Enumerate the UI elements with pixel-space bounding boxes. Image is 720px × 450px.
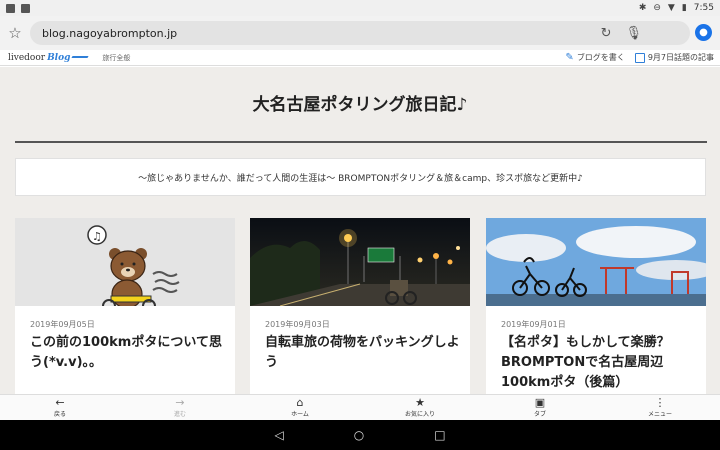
nav-menu[interactable]: ⋮ メニュー	[600, 395, 720, 420]
menu-icon: ⋮	[654, 396, 666, 409]
browser-toolbar: ☆ blog.nagoyabrompton.jp ↻ 🎙	[0, 16, 720, 50]
post-card[interactable]: 2019年09月03日 自転車旅の荷物をパッキングしよう	[250, 218, 470, 394]
forward-arrow-icon: →	[175, 396, 185, 409]
mute-icon: ⊖	[653, 3, 661, 13]
image-notification-icon	[21, 3, 30, 13]
status-time: 7:55	[693, 3, 714, 13]
system-back-icon[interactable]: ◁	[274, 428, 283, 442]
bluetooth-icon: ✱	[638, 3, 647, 13]
svg-text:♫: ♫	[92, 230, 102, 243]
home-icon: ⌂	[296, 396, 304, 409]
title-divider	[15, 141, 707, 143]
tabs-icon: ▣	[534, 396, 546, 409]
wifi-icon: ▼	[667, 3, 675, 13]
reload-icon[interactable]: ↻	[601, 26, 612, 41]
post-title[interactable]: 自転車旅の荷物をパッキングしよう	[265, 333, 465, 373]
nav-bookmarks[interactable]: ★ お気に入り	[360, 395, 480, 420]
post-date: 2019年09月03日	[265, 320, 330, 329]
screen: ✱ ⊖ ▼ ▮ 7:55 ☆ blog.nagoyabrompton.jp ↻ …	[0, 0, 720, 450]
post-thumbnail-night-road[interactable]	[250, 218, 470, 306]
account-icon[interactable]: ●	[695, 24, 712, 41]
system-recents-icon[interactable]: □	[434, 428, 445, 442]
post-date: 2019年09月01日	[501, 320, 566, 329]
post-title[interactable]: 【名ポタ】もしかして楽勝？BROMPTONで名古屋周辺100kmポタ（後篇）	[501, 333, 701, 393]
post-thumbnail-bear[interactable]: ♫	[15, 218, 235, 306]
post-date: 2019年09月05日	[30, 320, 95, 329]
pen-icon: ✎	[565, 52, 574, 63]
status-bar: ✱ ⊖ ▼ ▮ 7:55	[0, 0, 720, 16]
battery-icon: ▮	[681, 3, 687, 13]
write-blog-link[interactable]: ✎ ブログを書く	[565, 52, 624, 63]
post-title[interactable]: この前の100kmポタについて思う(*v.v)。。	[30, 333, 230, 373]
blog-service-header: livedoor Blog 旅行全般 ✎ ブログを書く 9月7日話題の記事	[0, 50, 720, 66]
browser-bottom-nav: ← 戻る → 進む ⌂ ホーム ★ お気に入り ▣ タブ ⋮ メニュー	[0, 394, 720, 420]
microphone-icon[interactable]: 🎙	[625, 26, 642, 41]
system-home-icon[interactable]: ○	[354, 428, 364, 442]
nav-back[interactable]: ← 戻る	[0, 395, 120, 420]
bookmark-star-icon[interactable]: ☆	[0, 24, 30, 42]
post-card[interactable]: ♫ 2019年09月05日 この前の100kmポタについて思う(*v.v)。。	[15, 218, 235, 394]
livedoor-blog-logo[interactable]: livedoor Blog	[8, 53, 89, 63]
notification-a-icon	[6, 3, 15, 13]
back-arrow-icon: ←	[55, 396, 65, 409]
post-card[interactable]: 2019年09月01日 【名ポタ】もしかして楽勝？BROMPTONで名古屋周辺1…	[486, 218, 706, 394]
system-navigation-bar: ◁ ○ □	[0, 420, 720, 450]
nav-tabs[interactable]: ▣ タブ	[480, 395, 600, 420]
category-link[interactable]: 旅行全般	[102, 53, 130, 63]
nav-home[interactable]: ⌂ ホーム	[240, 395, 360, 420]
url-bar[interactable]: blog.nagoyabrompton.jp ↻ 🎙	[30, 21, 690, 45]
nav-forward[interactable]: → 進む	[120, 395, 240, 420]
blog-title[interactable]: 大名古屋ポタリング旅日記♪	[0, 90, 720, 115]
post-thumbnail-port[interactable]	[486, 218, 706, 306]
blog-page: 大名古屋ポタリング旅日記♪ 〜旅じゃありませんか、誰だって人間の生涯は〜 BRO…	[0, 67, 720, 394]
url-text: blog.nagoyabrompton.jp	[42, 26, 178, 40]
calendar-icon	[634, 52, 645, 63]
blog-description: 〜旅じゃありませんか、誰だって人間の生涯は〜 BROMPTONポタリング＆旅＆c…	[15, 158, 706, 196]
bookmark-icon: ★	[415, 396, 425, 409]
topics-link[interactable]: 9月7日話題の記事	[634, 52, 714, 63]
